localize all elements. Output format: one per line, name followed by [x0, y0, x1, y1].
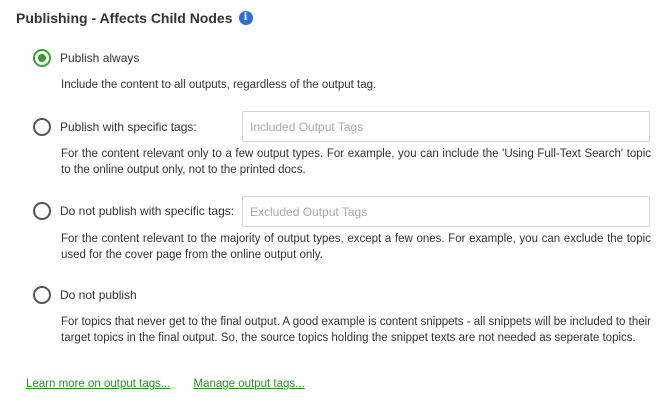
option-publish-always[interactable]: Publish always: [33, 49, 139, 67]
option-description-publish-always: Include the content to all outputs, rega…: [61, 79, 377, 91]
option-description-publish-with-tags: For the content relevant only to a few o…: [61, 148, 651, 176]
option-label-publish-always: Publish always: [60, 51, 140, 65]
option-do-not-publish[interactable]: Do not publish: [33, 286, 137, 304]
radio-publish-with-tags[interactable]: [33, 118, 51, 136]
included-tags-input[interactable]: [242, 111, 650, 142]
footer-links: Learn more on output tags... Manage outp…: [26, 378, 305, 390]
section-title-text: Publishing - Affects Child Nodes: [16, 10, 233, 26]
option-publish-with-tags[interactable]: Publish with specific tags:: [33, 118, 197, 136]
manage-output-tags-link[interactable]: Manage output tags...: [193, 378, 304, 390]
option-label-publish-with-tags: Publish with specific tags:: [60, 120, 197, 134]
option-description-do-not-publish: For topics that never get to the final o…: [61, 316, 651, 344]
radio-do-not-publish[interactable]: [33, 286, 51, 304]
option-do-not-publish-with-tags[interactable]: Do not publish with specific tags:: [33, 202, 234, 220]
option-label-do-not-publish: Do not publish: [60, 288, 137, 302]
learn-more-link[interactable]: Learn more on output tags...: [26, 378, 170, 390]
excluded-tags-input[interactable]: [242, 196, 650, 227]
option-label-do-not-publish-with-tags: Do not publish with specific tags:: [60, 204, 235, 218]
info-icon[interactable]: i: [238, 11, 253, 25]
radio-publish-always[interactable]: [33, 49, 51, 67]
option-description-do-not-publish-with-tags: For the content relevant to the majority…: [61, 233, 651, 261]
radio-do-not-publish-with-tags[interactable]: [33, 202, 51, 220]
section-title: Publishing - Affects Child Nodes i: [16, 10, 253, 26]
